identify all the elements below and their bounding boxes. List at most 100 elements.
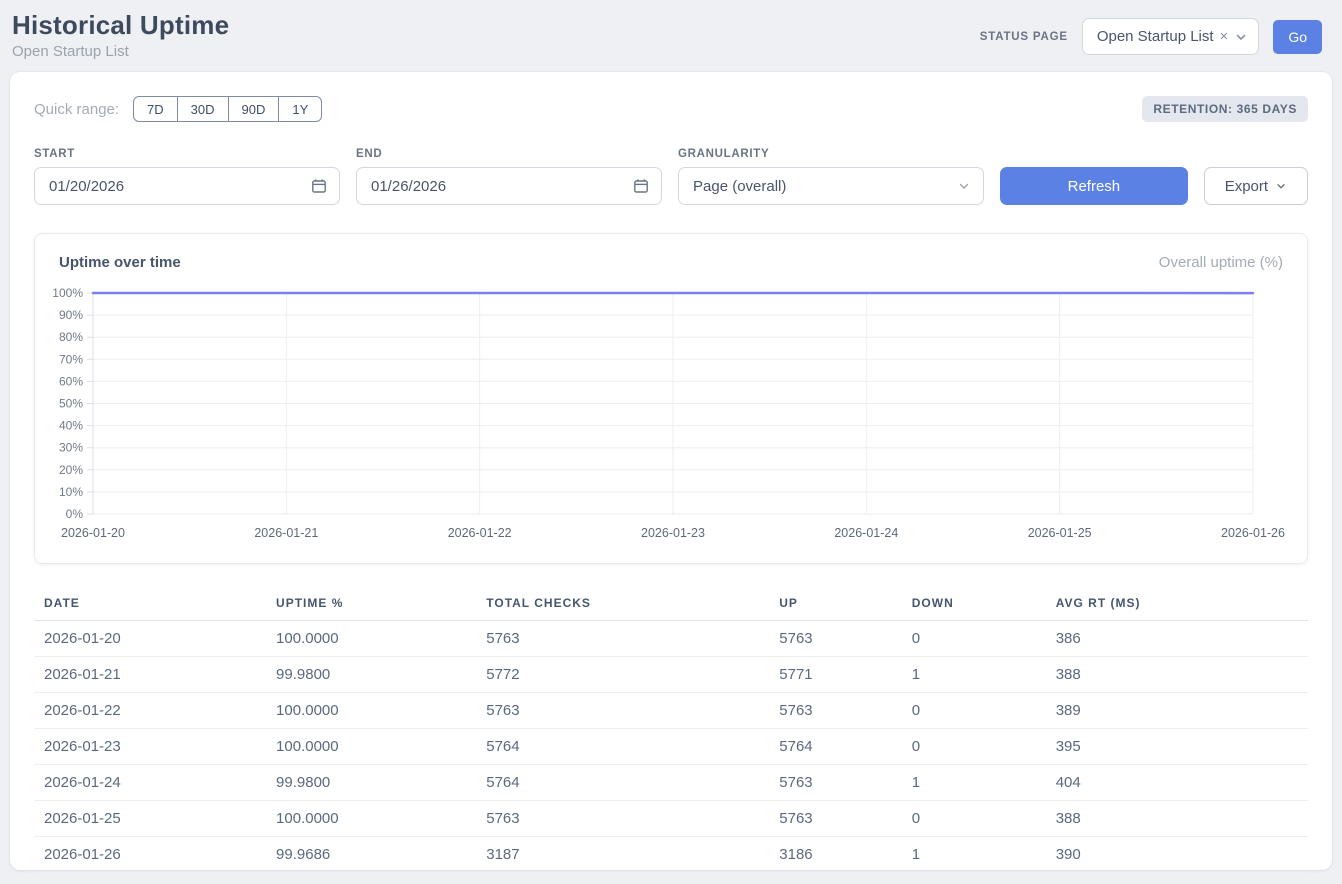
column-header: TOTAL CHECKS [486, 588, 779, 621]
table-row: 2026-01-23100.0000576457640395 [34, 729, 1308, 765]
table-cell: 2026-01-23 [34, 729, 276, 765]
table-row: 2026-01-2699.9686318731861390 [34, 837, 1308, 873]
table-row: 2026-01-20100.0000576357630386 [34, 621, 1308, 657]
table-cell: 5763 [779, 765, 911, 801]
chart-legend-label: Overall uptime (%) [1159, 254, 1283, 271]
table-cell: 2026-01-21 [34, 657, 276, 693]
table-cell: 388 [1056, 657, 1308, 693]
quick-range-7d[interactable]: 7D [133, 96, 178, 122]
table-cell: 2026-01-25 [34, 801, 276, 837]
table-row: 2026-01-25100.0000576357630388 [34, 801, 1308, 837]
chart-header: Uptime over time Overall uptime (%) [59, 254, 1283, 271]
x-axis-label: 2026-01-25 [1028, 526, 1092, 540]
export-button[interactable]: Export [1204, 167, 1308, 205]
table-cell: 100.0000 [276, 621, 486, 657]
table-cell: 1 [912, 837, 1056, 873]
page-title: Historical Uptime [12, 10, 229, 41]
table-row: 2026-01-2499.9800576457631404 [34, 765, 1308, 801]
x-axis-label: 2026-01-23 [641, 526, 705, 540]
start-date-value: 01/20/2026 [49, 178, 124, 195]
y-axis-label: 70% [59, 352, 83, 366]
table-cell: 0 [912, 621, 1056, 657]
y-axis-label: 30% [59, 441, 83, 455]
chart-area: 0%10%20%30%40%50%60%70%80%90%100%2026-01… [59, 285, 1283, 547]
y-axis-label: 10% [59, 485, 83, 499]
table-cell: 388 [1056, 801, 1308, 837]
table-cell: 3187 [486, 837, 779, 873]
end-date-field: END 01/26/2026 [356, 148, 662, 205]
granularity-select[interactable]: Page (overall) [678, 167, 984, 205]
uptime-chart-card: Uptime over time Overall uptime (%) 0%10… [34, 233, 1308, 564]
quick-range-90d[interactable]: 90D [228, 96, 280, 122]
table-cell: 5763 [486, 801, 779, 837]
table-cell: 2026-01-24 [34, 765, 276, 801]
table-cell: 100.0000 [276, 693, 486, 729]
end-date-input[interactable]: 01/26/2026 [356, 167, 662, 205]
clear-selection-icon[interactable]: × [1220, 28, 1229, 45]
refresh-button[interactable]: Refresh [1000, 167, 1188, 205]
table-cell: 390 [1056, 837, 1308, 873]
y-axis-label: 100% [52, 286, 83, 300]
chevron-down-icon [957, 179, 971, 193]
table-cell: 395 [1056, 729, 1308, 765]
y-axis-label: 50% [59, 397, 83, 411]
x-axis-label: 2026-01-22 [448, 526, 512, 540]
top-header: Historical Uptime Open Startup List STAT… [0, 0, 1342, 62]
table-cell: 5764 [779, 729, 911, 765]
y-axis-label: 60% [59, 374, 83, 388]
table-cell: 5763 [486, 693, 779, 729]
table-cell: 99.9800 [276, 765, 486, 801]
quick-range-30d[interactable]: 30D [177, 96, 229, 122]
x-axis-label: 2026-01-20 [61, 526, 125, 540]
y-axis-label: 40% [59, 419, 83, 433]
table-cell: 389 [1056, 693, 1308, 729]
x-axis-label: 2026-01-24 [834, 526, 898, 540]
calendar-icon[interactable] [311, 178, 327, 194]
table-cell: 404 [1056, 765, 1308, 801]
table-cell: 3186 [779, 837, 911, 873]
table-cell: 5771 [779, 657, 911, 693]
table-cell: 1 [912, 657, 1056, 693]
x-axis-label: 2026-01-26 [1221, 526, 1285, 540]
quick-range-group: 7D30D90D1Y [133, 96, 322, 122]
y-axis-label: 20% [59, 463, 83, 477]
table-cell: 0 [912, 801, 1056, 837]
granularity-value: Page (overall) [693, 178, 786, 195]
table-cell: 5764 [486, 765, 779, 801]
filter-row: START 01/20/2026 END 01/26/2026 GRANULAR… [34, 148, 1308, 205]
uptime-line-chart: 0%10%20%30%40%50%60%70%80%90%100%2026-01… [59, 285, 1283, 547]
status-page-selected-value: Open Startup List [1097, 28, 1214, 45]
chevron-down-icon [1275, 180, 1287, 192]
status-page-select[interactable]: Open Startup List × [1082, 18, 1260, 55]
column-header: DOWN [912, 588, 1056, 621]
go-button[interactable]: Go [1273, 20, 1322, 54]
table-cell: 100.0000 [276, 801, 486, 837]
table-cell: 2026-01-20 [34, 621, 276, 657]
calendar-icon[interactable] [633, 178, 649, 194]
quick-range-label: Quick range: [34, 101, 119, 118]
column-header: AVG RT (MS) [1056, 588, 1308, 621]
table-cell: 99.9800 [276, 657, 486, 693]
start-date-input[interactable]: 01/20/2026 [34, 167, 340, 205]
start-date-field: START 01/20/2026 [34, 148, 340, 205]
chevron-down-icon [1234, 30, 1248, 44]
end-date-value: 01/26/2026 [371, 178, 446, 195]
chart-title: Uptime over time [59, 254, 181, 271]
quick-range-row: Quick range: 7D30D90D1Y RETENTION: 365 D… [34, 96, 1308, 122]
table-row: 2026-01-22100.0000576357630389 [34, 693, 1308, 729]
table-cell: 100.0000 [276, 729, 486, 765]
retention-badge: RETENTION: 365 DAYS [1142, 96, 1308, 122]
column-header: UPTIME % [276, 588, 486, 621]
table-cell: 5763 [779, 801, 911, 837]
table-cell: 5764 [486, 729, 779, 765]
end-label: END [356, 148, 662, 160]
quick-range-1y[interactable]: 1Y [278, 96, 322, 122]
table-cell: 5772 [486, 657, 779, 693]
table-cell: 2026-01-26 [34, 837, 276, 873]
table-cell: 386 [1056, 621, 1308, 657]
table-header-row: DATEUPTIME %TOTAL CHECKSUPDOWNAVG RT (MS… [34, 588, 1308, 621]
y-axis-label: 90% [59, 308, 83, 322]
table-cell: 99.9686 [276, 837, 486, 873]
table-cell: 5763 [779, 693, 911, 729]
start-label: START [34, 148, 340, 160]
